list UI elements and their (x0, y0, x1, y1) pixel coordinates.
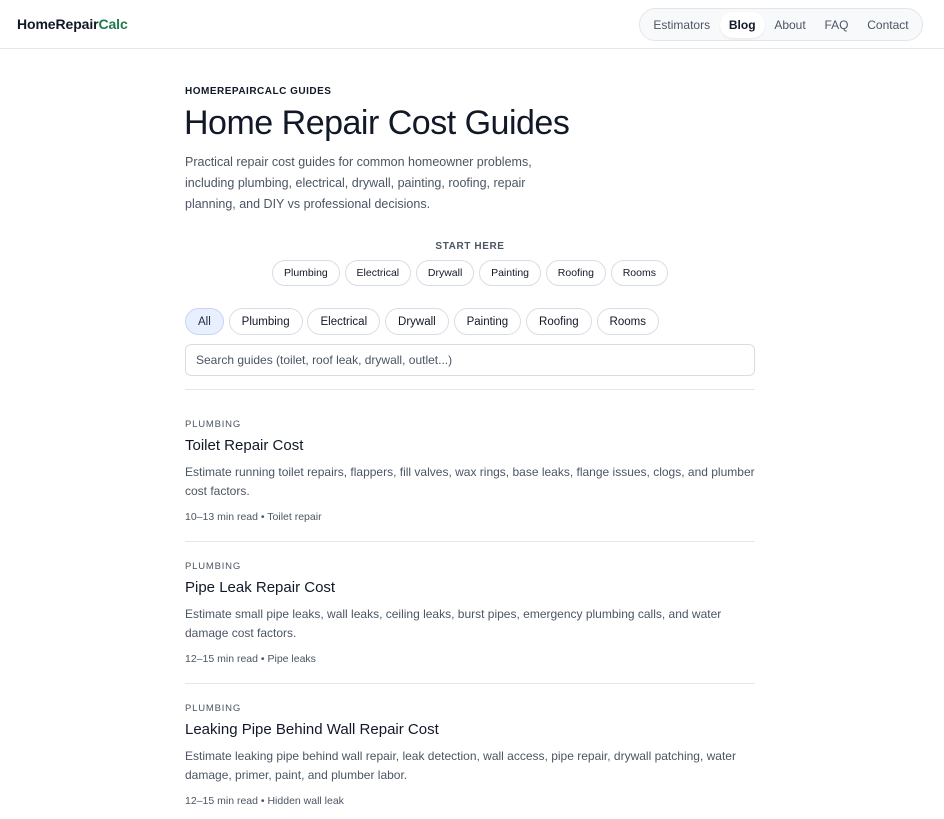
divider (185, 389, 755, 390)
filter-chip-all[interactable]: All (185, 308, 224, 335)
post-category: PLUMBING (185, 561, 242, 572)
start-chip-painting[interactable]: Painting (479, 260, 542, 286)
post-description: Estimate leaking pipe behind wall repair… (185, 749, 736, 782)
start-chip-plumbing[interactable]: Plumbing (272, 260, 340, 286)
filter-chip-drywall[interactable]: Drywall (385, 308, 449, 335)
filter-chip-roofing[interactable]: Roofing (526, 308, 592, 335)
post-meta: 12–15 min read • Hidden wall leak (185, 795, 344, 807)
start-here-label: START HERE (435, 241, 505, 252)
nav-faq[interactable]: FAQ (815, 12, 857, 38)
nav-blog[interactable]: Blog (719, 11, 765, 38)
logo-text-main: HomeRepair (17, 16, 99, 32)
page-eyebrow: HOMEREPAIRCALC GUIDES (185, 86, 332, 97)
logo-text-accent: Calc (98, 16, 128, 32)
filter-chip-painting[interactable]: Painting (453, 308, 522, 335)
post-title-link[interactable]: Pipe Leak Repair Cost (185, 579, 335, 596)
post-description: Estimate small pipe leaks, wall leaks, c… (185, 607, 722, 640)
start-here-chips: Plumbing Electrical Drywall Painting Roo… (272, 260, 668, 286)
post-meta: 10–13 min read • Toilet repair (185, 511, 322, 523)
post-title-link[interactable]: Leaking Pipe Behind Wall Repair Cost (185, 721, 439, 738)
filter-chip-plumbing[interactable]: Plumbing (228, 308, 303, 335)
start-chip-electrical[interactable]: Electrical (344, 260, 412, 286)
start-chip-roofing[interactable]: Roofing (545, 260, 606, 286)
post-description: Estimate running toilet repairs, flapper… (185, 465, 755, 498)
filter-chip-rooms[interactable]: Rooms (596, 308, 659, 335)
nav-contact[interactable]: Contact (858, 12, 917, 38)
nav-about[interactable]: About (765, 12, 814, 38)
site-logo[interactable]: HomeRepairCalc (17, 16, 128, 32)
main-nav: Estimators Blog About FAQ Contact (639, 8, 923, 41)
page-title: Home Repair Cost Guides (184, 104, 570, 142)
divider (185, 683, 755, 684)
post-meta: 12–15 min read • Pipe leaks (185, 653, 316, 665)
nav-estimators[interactable]: Estimators (644, 12, 719, 38)
page-intro: Practical repair cost guides for common … (185, 155, 532, 211)
post-category: PLUMBING (185, 419, 242, 430)
top-navbar: HomeRepairCalc Estimators Blog About FAQ… (0, 0, 944, 49)
search-input[interactable] (185, 344, 755, 376)
divider (185, 541, 755, 542)
post-category: PLUMBING (185, 703, 242, 714)
post-title-link[interactable]: Toilet Repair Cost (185, 437, 303, 454)
start-chip-rooms[interactable]: Rooms (610, 260, 668, 286)
filter-chip-electrical[interactable]: Electrical (307, 308, 381, 335)
category-filter: All Plumbing Electrical Drywall Painting… (185, 308, 659, 335)
start-chip-drywall[interactable]: Drywall (415, 260, 475, 286)
